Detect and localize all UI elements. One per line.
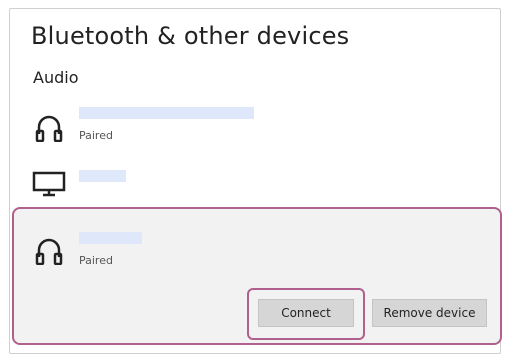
monitor-icon — [32, 171, 66, 197]
headphones-icon — [35, 115, 63, 142]
audio-section-heading: Audio — [33, 68, 79, 87]
device-name-redacted — [79, 232, 142, 244]
device-status: Paired — [79, 254, 113, 267]
device-name-redacted — [79, 107, 254, 119]
device-name-redacted — [79, 170, 126, 182]
connect-button[interactable]: Connect — [258, 299, 354, 327]
remove-device-button[interactable]: Remove device — [372, 299, 487, 327]
device-status: Paired — [79, 129, 113, 142]
headphones-icon — [35, 238, 63, 265]
page-title: Bluetooth & other devices — [31, 22, 350, 50]
